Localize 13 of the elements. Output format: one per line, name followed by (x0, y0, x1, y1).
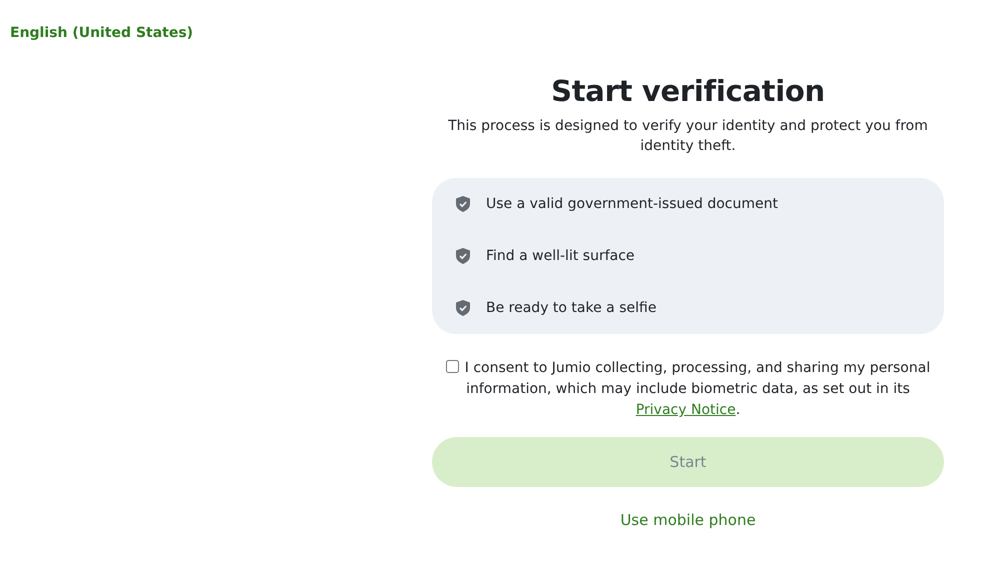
shield-check-icon (456, 196, 470, 212)
consent-checkbox[interactable] (446, 360, 459, 373)
privacy-notice-link[interactable]: Privacy Notice (636, 402, 736, 418)
checklist-item: Use a valid government-issued document (486, 196, 778, 212)
checklist-item: Be ready to take a selfie (486, 300, 656, 316)
consent-text: I consent to Jumio collecting, processing, and sharing my personal information, which may include biometric data, as set out in its Privacy Notice. (464, 360, 930, 418)
shield-check-icon (456, 248, 470, 264)
checklist-item: Find a well-lit surface (486, 248, 635, 264)
page-title: Start verification (551, 74, 825, 108)
shield-check-icon (456, 300, 470, 316)
description-text: This process is designed to verify your identity and protect you from identity theft. (447, 117, 929, 156)
mobile-phone-link[interactable]: Use mobile phone (620, 511, 756, 529)
language-link[interactable]: English (United States) (10, 25, 194, 41)
